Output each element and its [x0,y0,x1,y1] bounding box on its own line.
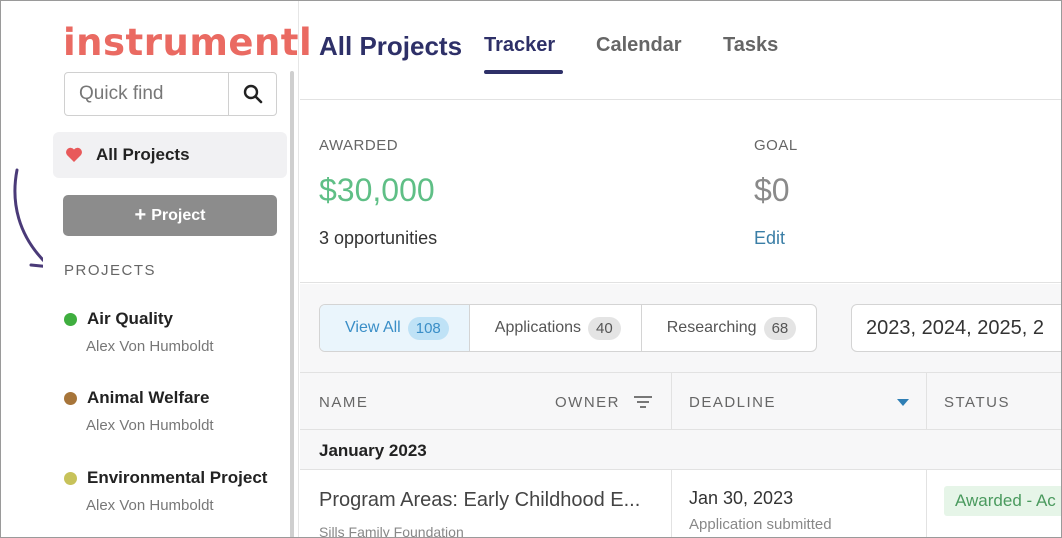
filter-researching[interactable]: Researching 68 [642,305,817,351]
edit-goal-link[interactable]: Edit [754,228,785,249]
filter-view-all[interactable]: View All 108 [320,305,470,351]
filter-label: Applications [494,319,582,336]
deadline-date: Jan 30, 2023 [689,488,794,508]
sidebar-item-label: All Projects [96,145,190,164]
project-name: Air Quality [87,309,173,328]
column-divider [926,373,927,429]
tab-calendar[interactable]: Calendar [596,34,682,57]
tab-tasks[interactable]: Tasks [723,34,778,57]
project-color-dot [64,312,77,326]
opportunities-count: 3 opportunities [319,228,438,248]
summary-panel: AWARDED $30,000 3 opportunities GOAL $0 … [300,101,1061,283]
status-filter-group: View All 108 Applications 40 Researching… [319,304,818,352]
table-group-row: January 2023 [300,430,1061,470]
quick-find-input[interactable] [65,73,228,115]
tab-tracker[interactable]: Tracker [484,34,555,57]
awarded-label: AWARDED [319,137,399,154]
page-header: All Projects Tracker Calendar Tasks [300,1,1061,100]
project-owner: Alex Von Humboldt [86,417,214,434]
goal-value: $0 [754,172,790,208]
filter-count-badge: 68 [763,316,797,340]
sort-descending-icon[interactable] [896,398,910,407]
add-project-label: Project [151,206,206,224]
filter-icon[interactable] [633,394,653,410]
sidebar-project-animal-welfare[interactable]: Animal Welfare Alex Von Humboldt [64,388,294,434]
filter-label: Researching [666,319,757,336]
table-header: NAME OWNER DEADLINE STATUS [300,372,1061,430]
filter-applications[interactable]: Applications 40 [470,305,642,351]
projects-heading: PROJECTS [64,262,157,279]
column-divider [671,470,672,537]
year-filter-select[interactable]: 2023, 2024, 2025, 2 [851,304,1061,352]
column-divider [671,373,672,429]
opportunity-name[interactable]: Program Areas: Early Childhood E... [319,489,640,512]
table-row[interactable]: Program Areas: Early Childhood E... Sill… [300,470,1061,538]
sidebar-project-air-quality[interactable]: Air Quality Alex Von Humboldt [64,309,294,355]
project-name: Environmental Project [87,468,268,487]
logo[interactable]: instrumentl [63,21,312,64]
project-color-dot [64,471,77,485]
awarded-value: $30,000 [319,172,435,208]
filter-toolbar: View All 108 Applications 40 Researching… [300,284,1061,372]
project-color-dot [64,391,77,405]
sidebar-project-environmental[interactable]: Environmental Project Alex Von Humboldt [64,468,294,514]
plus-icon: + [134,204,147,226]
quick-find-search [64,72,277,116]
filter-count-badge: 40 [588,316,621,340]
group-label: January 2023 [319,441,427,460]
heart-icon [66,147,82,162]
search-button[interactable] [228,73,276,115]
project-owner: Alex Von Humboldt [86,497,214,514]
active-tab-indicator [484,70,563,74]
add-project-button[interactable]: + Project [63,195,277,236]
app-window: instrumentl All Projects + Project PROJE… [0,0,1062,538]
project-owner: Alex Von Humboldt [86,338,214,355]
column-header-status[interactable]: STATUS [944,394,1010,411]
column-header-owner[interactable]: OWNER [555,394,620,411]
search-icon [243,84,262,104]
sidebar-item-all-projects[interactable]: All Projects [53,132,287,178]
deadline-note: Application submitted [689,516,832,533]
goal-label: GOAL [754,137,798,154]
column-divider [926,470,927,537]
status-badge[interactable]: Awarded - Ac [944,486,1061,516]
sidebar: instrumentl All Projects + Project PROJE… [43,1,312,537]
filter-label: View All [345,319,401,336]
sidebar-scrollbar[interactable] [290,71,294,537]
column-header-deadline[interactable]: DEADLINE [689,394,776,411]
page-title: All Projects [319,31,463,61]
funder-name: Sills Family Foundation [319,524,464,538]
column-header-name[interactable]: NAME [319,394,368,411]
filter-count-badge: 108 [407,316,449,340]
project-name: Animal Welfare [87,388,210,407]
